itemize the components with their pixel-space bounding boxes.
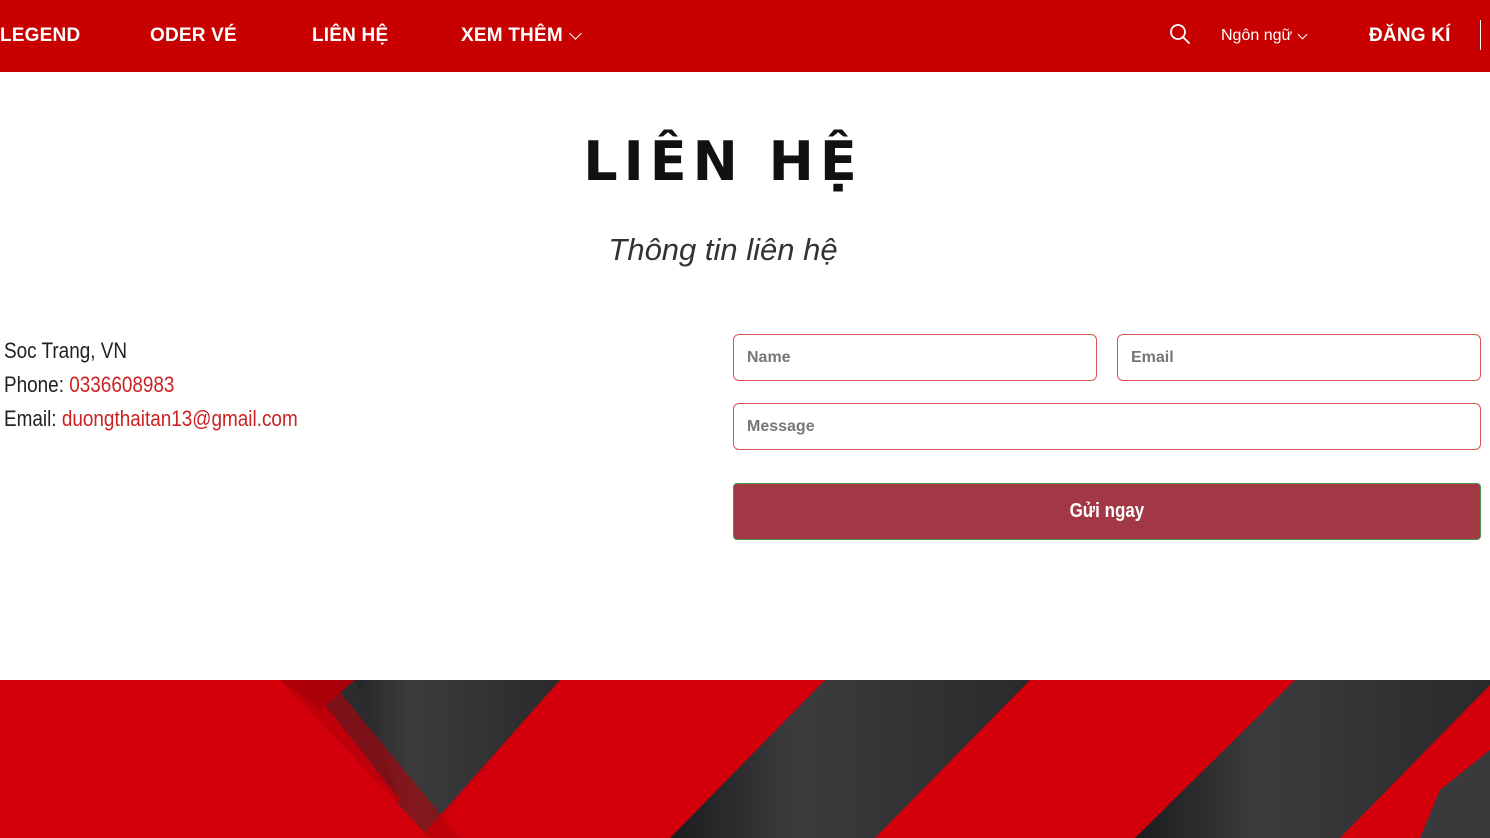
page-title: LIÊN HỆ [583, 130, 863, 193]
chevron-down-icon [1297, 29, 1308, 39]
nav-item-oder-ve-label: ODER VÉ [150, 25, 237, 46]
contact-email-label: Email: [4, 406, 62, 431]
nav-item-lien-he-label: LIÊN HỆ [312, 25, 389, 46]
search-icon[interactable] [1168, 22, 1192, 46]
register-link-label: ĐĂNG KÍ [1369, 25, 1451, 46]
language-dropdown[interactable]: Ngôn ngữ [1221, 0, 1308, 72]
email-input[interactable] [1117, 334, 1481, 381]
footer-banner [0, 680, 1490, 838]
footer-banner-pattern [0, 680, 1490, 838]
nav-item-legend-label: LEGEND [0, 25, 81, 46]
register-link[interactable]: ĐĂNG KÍ [1369, 0, 1451, 72]
nav-item-oder-ve[interactable]: ODER VÉ [150, 0, 237, 72]
name-input[interactable] [733, 334, 1097, 381]
message-input[interactable] [733, 403, 1481, 450]
contact-email-line: Email: duongthaitan13@gmail.com [4, 402, 298, 436]
submit-button-label: Gửi ngay [1069, 500, 1145, 522]
contact-address: Soc Trang, VN [4, 338, 128, 363]
nav-divider [1480, 20, 1481, 50]
contact-info: Soc Trang, VN Phone: 0336608983 Email: d… [4, 334, 298, 436]
nav-item-xem-them[interactable]: XEM THÊM [461, 0, 582, 72]
contact-phone-line: Phone: 0336608983 [4, 368, 298, 402]
page-subtitle: Thông tin liên hệ [608, 232, 838, 267]
nav-item-xem-them-label: XEM THÊM [461, 25, 563, 46]
nav-item-lien-he[interactable]: LIÊN HỆ [312, 0, 388, 72]
chevron-down-icon [569, 26, 582, 40]
language-dropdown-label: Ngôn ngữ [1221, 27, 1293, 44]
top-navbar: LEGEND ODER VÉ LIÊN HỆ XEM THÊM Ngôn ngữ… [0, 0, 1490, 72]
contact-phone-label: Phone: [4, 372, 70, 397]
nav-item-legend[interactable]: LEGEND [0, 0, 80, 72]
submit-button[interactable]: Gửi ngay [733, 483, 1481, 540]
contact-email-link[interactable]: duongthaitan13@gmail.com [62, 406, 298, 431]
contact-phone-link[interactable]: 0336608983 [69, 372, 174, 397]
contact-page: LEGEND ODER VÉ LIÊN HỆ XEM THÊM Ngôn ngữ… [0, 0, 1490, 838]
